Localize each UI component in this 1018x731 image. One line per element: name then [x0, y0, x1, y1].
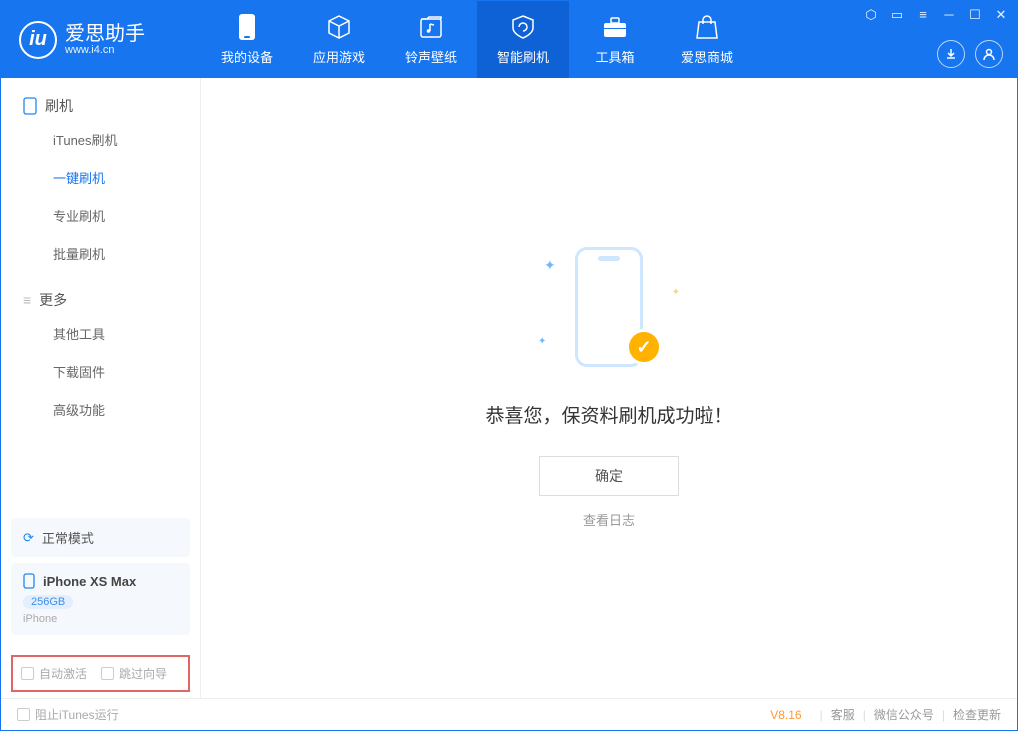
- phone-icon: [233, 13, 261, 41]
- device-storage-pill: 256GB: [23, 595, 73, 609]
- sparkle-icon: ✦: [672, 287, 680, 298]
- menu-icon[interactable]: ≡: [915, 7, 931, 23]
- tab-toolbox[interactable]: 工具箱: [569, 1, 661, 78]
- tab-label: 智能刷机: [497, 47, 549, 66]
- sidebar-item-download-firmware[interactable]: 下载固件: [53, 352, 200, 390]
- check-badge-icon: ✓: [626, 329, 662, 365]
- phone-small-icon: [23, 573, 35, 589]
- tab-my-device[interactable]: 我的设备: [201, 1, 293, 78]
- sidebar-item-pro-flash[interactable]: 专业刷机: [53, 196, 200, 234]
- close-button[interactable]: ✕: [993, 7, 1009, 23]
- auto-activate-checkbox[interactable]: 自动激活: [21, 665, 87, 682]
- tab-apps[interactable]: 应用游戏: [293, 1, 385, 78]
- titlebar-controls: ⬡ ▭ ≡ ─ ☐ ✕: [863, 7, 1009, 23]
- tab-label: 我的设备: [221, 47, 273, 66]
- logo-area: iu 爱思助手 www.i4.cn: [1, 21, 201, 59]
- bag-icon: [693, 13, 721, 41]
- support-link[interactable]: 客服: [831, 706, 855, 723]
- tab-label: 铃声壁纸: [405, 47, 457, 66]
- device-name-label: iPhone XS Max: [43, 574, 136, 589]
- sparkle-icon: ✦: [538, 336, 546, 347]
- app-name: 爱思助手: [65, 24, 145, 44]
- sidebar: 刷机 iTunes刷机 一键刷机 专业刷机 批量刷机 ≡ 更多 其他工具 下载固…: [1, 78, 201, 698]
- checkbox-icon: [21, 667, 34, 680]
- tab-store[interactable]: 爱思商城: [661, 1, 753, 78]
- tab-flash[interactable]: 智能刷机: [477, 1, 569, 78]
- sync-icon: ⟳: [23, 530, 34, 546]
- shirt-icon[interactable]: ⬡: [863, 7, 879, 23]
- device-panel: ⟳ 正常模式 iPhone XS Max 256GB iPhone: [11, 518, 190, 641]
- main-content: ✦ ✦ ✦ ✓ 恭喜您，保资料刷机成功啦！ 确定 查看日志: [201, 78, 1017, 698]
- checkbox-icon: [101, 667, 114, 680]
- block-itunes-checkbox[interactable]: 阻止iTunes运行: [17, 706, 119, 723]
- wechat-link[interactable]: 微信公众号: [874, 706, 934, 723]
- music-folder-icon: [417, 13, 445, 41]
- download-button[interactable]: [937, 40, 965, 68]
- device-info-card[interactable]: iPhone XS Max 256GB iPhone: [11, 563, 190, 635]
- maximize-button[interactable]: ☐: [967, 7, 983, 23]
- success-graphic: ✦ ✦ ✦ ✓: [544, 247, 674, 377]
- device-mode-label: 正常模式: [42, 528, 94, 547]
- user-button[interactable]: [975, 40, 1003, 68]
- sidebar-item-other-tools[interactable]: 其他工具: [53, 314, 200, 352]
- check-update-link[interactable]: 检查更新: [953, 706, 1001, 723]
- device-mode-card[interactable]: ⟳ 正常模式: [11, 518, 190, 557]
- note-icon[interactable]: ▭: [889, 7, 905, 23]
- sidebar-section-flash: 刷机: [1, 78, 200, 120]
- sidebar-item-itunes-flash[interactable]: iTunes刷机: [53, 120, 200, 158]
- checkbox-icon: [17, 708, 30, 721]
- main-tabs: 我的设备 应用游戏 铃声壁纸 智能刷机 工具箱 爱思商城: [201, 1, 753, 78]
- app-url: www.i4.cn: [65, 44, 145, 56]
- tab-ringtones[interactable]: 铃声壁纸: [385, 1, 477, 78]
- list-icon: ≡: [23, 292, 31, 308]
- refresh-shield-icon: [509, 13, 537, 41]
- ok-button[interactable]: 确定: [539, 456, 679, 496]
- version-label: V8.16: [770, 708, 801, 722]
- footer: 阻止iTunes运行 V8.16 | 客服 | 微信公众号 | 检查更新: [1, 698, 1017, 730]
- sidebar-section-more: ≡ 更多: [1, 272, 200, 314]
- cube-icon: [325, 13, 353, 41]
- minimize-button[interactable]: ─: [941, 7, 957, 23]
- skip-guide-checkbox[interactable]: 跳过向导: [101, 665, 167, 682]
- toolbox-icon: [601, 13, 629, 41]
- tab-label: 工具箱: [595, 47, 634, 66]
- app-header: iu 爱思助手 www.i4.cn 我的设备 应用游戏 铃声壁纸 智能刷机 工具…: [1, 1, 1017, 78]
- success-message: 恭喜您，保资料刷机成功啦！: [485, 401, 732, 428]
- tab-label: 应用游戏: [313, 47, 365, 66]
- app-logo-icon: iu: [19, 21, 57, 59]
- view-log-link[interactable]: 查看日志: [583, 510, 635, 529]
- sidebar-item-batch-flash[interactable]: 批量刷机: [53, 234, 200, 272]
- tab-label: 爱思商城: [681, 47, 733, 66]
- header-right-buttons: [937, 40, 1003, 68]
- phone-outline-icon: [23, 97, 37, 115]
- sidebar-item-oneclick-flash[interactable]: 一键刷机: [53, 158, 200, 196]
- highlighted-checkbox-row: 自动激活 跳过向导: [11, 655, 190, 692]
- device-type-label: iPhone: [23, 613, 57, 625]
- sidebar-item-advanced[interactable]: 高级功能: [53, 390, 200, 428]
- sparkle-icon: ✦: [544, 257, 556, 274]
